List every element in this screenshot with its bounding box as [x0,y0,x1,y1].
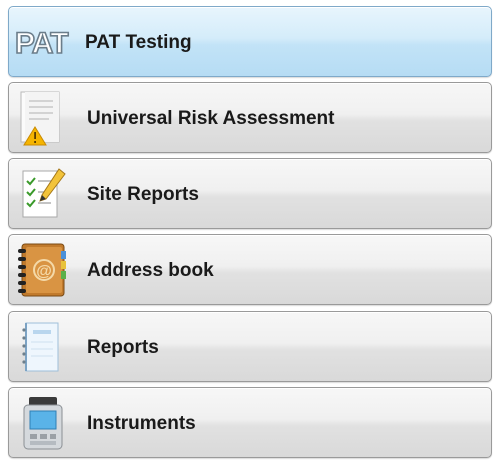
address-book-icon: @ [18,243,66,297]
risk-assessment-icon [20,91,60,146]
pat-logo-text: PAT [15,27,68,60]
nav-item-universal-risk-assessment[interactable]: Universal Risk Assessment [8,82,492,153]
nav-item-site-reports[interactable]: Site Reports [8,158,492,229]
navigation-menu: PAT PAT Testing Universal Risk Assessmen… [8,6,492,458]
reports-notebook-icon [22,322,59,372]
pat-logo-icon: PAT [14,26,70,61]
nav-item-label: Site Reports [87,184,199,205]
nav-item-address-book[interactable]: @ Address book [8,234,492,305]
nav-item-reports[interactable]: Reports [8,311,492,382]
instrument-icon [23,397,63,450]
site-reports-icon [22,168,66,218]
nav-item-label: Reports [87,337,159,358]
nav-item-pat-testing[interactable]: PAT PAT Testing [8,6,492,77]
nav-item-label: Instruments [87,413,196,434]
nav-item-label: PAT Testing [85,32,192,53]
svg-text:@: @ [36,263,52,280]
nav-item-instruments[interactable]: Instruments [8,387,492,458]
nav-item-label: Address book [87,260,214,281]
nav-item-label: Universal Risk Assessment [87,108,335,129]
